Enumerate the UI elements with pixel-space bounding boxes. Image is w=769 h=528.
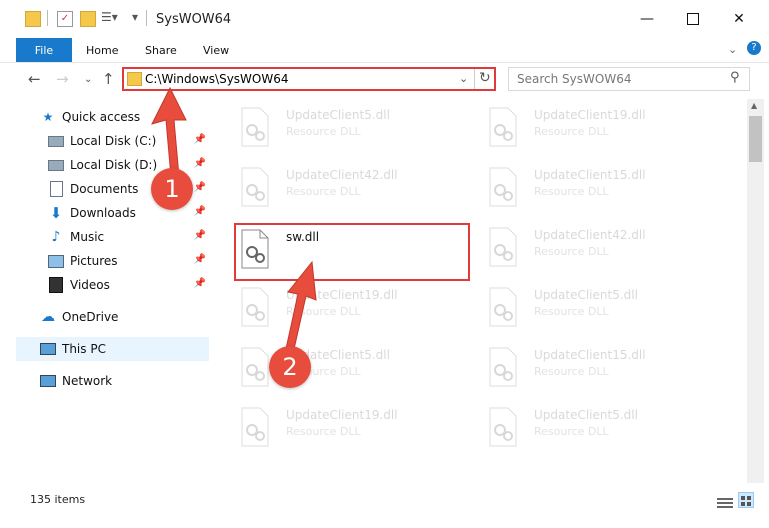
arrow-2: [283, 260, 317, 359]
large-icons-view-icon[interactable]: [738, 492, 754, 508]
status-item-count: 135 items: [30, 493, 86, 506]
step-badge-1: 1: [151, 168, 193, 210]
details-view-icon[interactable]: [717, 494, 733, 508]
step-badge-2: 2: [269, 346, 311, 388]
annotation-arrows: [151, 86, 317, 359]
